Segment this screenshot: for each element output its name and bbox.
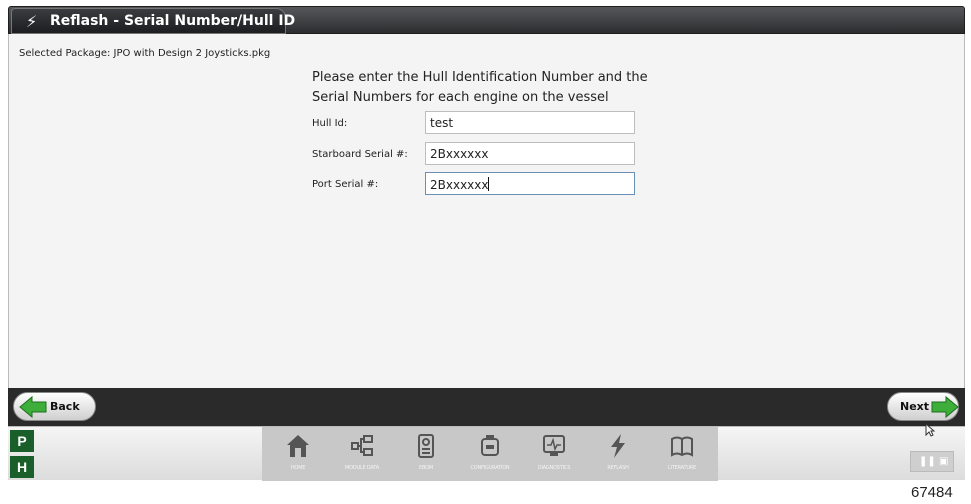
port-serial-value: 2Bxxxxxx bbox=[430, 178, 489, 192]
back-button[interactable]: Back bbox=[13, 392, 96, 421]
module-literature[interactable]: LITERATURE bbox=[650, 427, 714, 481]
module-label: DIAGNOSTICS bbox=[537, 465, 571, 471]
instructions-line-2: Serial Numbers for each engine on the ve… bbox=[312, 90, 609, 105]
h-button[interactable]: H bbox=[10, 456, 34, 478]
next-button-label: Next bbox=[900, 400, 930, 413]
port-serial-input[interactable]: 2Bxxxxxx bbox=[425, 172, 635, 195]
module-label: HOME bbox=[290, 465, 306, 471]
hull-id-label: Hull Id: bbox=[312, 118, 348, 129]
diagnostics-icon bbox=[543, 435, 565, 456]
instructions-text: Please enter the Hull Identification Num… bbox=[312, 68, 672, 108]
content-panel: Selected Package: JPO with Design 2 Joys… bbox=[8, 34, 965, 388]
module-ebom[interactable]: EBOM bbox=[394, 427, 458, 481]
module-configuration[interactable]: CONFIGURATION bbox=[458, 427, 522, 481]
module-label: CONFIGURATION bbox=[470, 465, 510, 471]
port-serial-label: Port Serial #: bbox=[312, 179, 379, 190]
module-toolbar: HOME MODULE DATA EBOM CONFIGURATION DIAG… bbox=[262, 427, 718, 481]
lightning-bolt-icon: ⚡︎ bbox=[26, 12, 38, 31]
next-button[interactable]: Next bbox=[887, 392, 959, 421]
module-label: MODULE DATA bbox=[345, 465, 379, 471]
module-label: LITERATURE bbox=[667, 465, 697, 471]
module-label: EBOM bbox=[419, 465, 433, 471]
mouse-cursor-icon bbox=[925, 423, 935, 437]
instructions-line-1: Please enter the Hull Identification Num… bbox=[312, 70, 648, 85]
ebom-icon bbox=[418, 434, 434, 458]
p-button[interactable]: P bbox=[10, 430, 34, 452]
home-icon bbox=[287, 435, 309, 457]
text-caret bbox=[488, 177, 490, 191]
hull-id-input[interactable]: test bbox=[425, 111, 635, 134]
application-frame: ⚡︎ Reflash - Serial Number/Hull ID Selec… bbox=[0, 0, 971, 504]
navigation-bar: Back Next bbox=[8, 388, 965, 426]
module-diagnostics[interactable]: DIAGNOSTICS bbox=[522, 427, 586, 481]
configuration-icon bbox=[481, 435, 499, 456]
module-home[interactable]: HOME bbox=[266, 427, 330, 481]
module-data-icon bbox=[351, 435, 373, 456]
reflash-icon bbox=[611, 434, 625, 458]
module-label: REFLASH bbox=[607, 465, 629, 471]
hull-id-value: test bbox=[430, 116, 454, 130]
next-arrow-icon bbox=[931, 395, 959, 419]
screen-icon: ▣ bbox=[939, 456, 949, 467]
back-button-label: Back bbox=[50, 400, 80, 413]
starboard-serial-value: 2Bxxxxxx bbox=[430, 147, 489, 161]
literature-icon bbox=[671, 436, 693, 457]
pause-icon: ❚❚ bbox=[919, 456, 936, 467]
selected-package-label: Selected Package: JPO with Design 2 Joys… bbox=[19, 48, 271, 59]
title-tab: ⚡︎ Reflash - Serial Number/Hull ID bbox=[11, 8, 295, 34]
media-controls[interactable]: ❚❚ ▣ bbox=[910, 451, 954, 472]
taskbar: P H HOME MODULE DATA EBOM CONFIGURATION … bbox=[8, 426, 965, 481]
title-bar: ⚡︎ Reflash - Serial Number/Hull ID bbox=[8, 6, 965, 34]
starboard-serial-input[interactable]: 2Bxxxxxx bbox=[425, 142, 635, 165]
back-arrow-icon bbox=[19, 395, 47, 419]
window-title: Reflash - Serial Number/Hull ID bbox=[50, 13, 296, 29]
figure-number: 67484 bbox=[911, 484, 953, 501]
module-module-data[interactable]: MODULE DATA bbox=[330, 427, 394, 481]
module-reflash[interactable]: REFLASH bbox=[586, 427, 650, 481]
starboard-serial-label: Starboard Serial #: bbox=[312, 149, 408, 160]
